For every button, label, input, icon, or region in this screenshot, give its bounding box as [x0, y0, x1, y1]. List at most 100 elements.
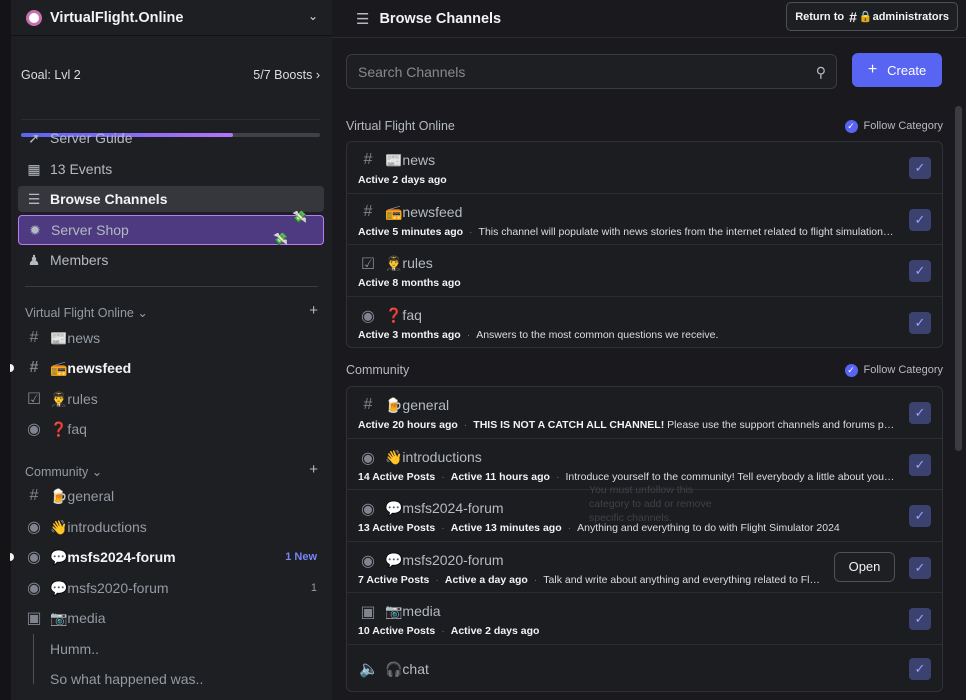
category-community[interactable]: Community ⌄ + — [25, 462, 318, 479]
text-channel-icon: # — [363, 202, 373, 220]
channel-row[interactable]: ◉ 💬msfs2024-forum 13 Active Posts · Active… — [347, 490, 942, 542]
channel-checkbox[interactable]: ✓ — [909, 505, 931, 527]
server-name: VirtualFlight.Online — [50, 9, 184, 26]
channel-row[interactable]: # 📰news Active 2 days ago ✓ — [347, 142, 942, 194]
return-to-channel-button[interactable]: Return to # 🔒administrators — [786, 2, 958, 31]
open-channel-button[interactable]: Open — [834, 551, 895, 582]
forum-channel-icon: ◉ — [361, 552, 375, 570]
channel-meta: Active 5 minutes ago · This channel will p… — [358, 225, 896, 238]
nav-label: Server Guide — [50, 130, 133, 146]
channel-label: 📻newsfeed — [50, 359, 132, 376]
forum-channel-icon: ◉ — [27, 519, 41, 536]
nav-members[interactable]: ♟ Members — [18, 247, 324, 273]
members-icon: ♟ — [27, 251, 41, 268]
channel-name: 🎧chat — [385, 660, 429, 677]
check-icon: ✓ — [844, 119, 858, 133]
sidebar-channel-msfs2020-forum[interactable]: ◉ 💬msfs2020-forum 1 — [18, 575, 324, 601]
channel-checkbox[interactable]: ✓ — [909, 260, 931, 282]
channel-checkbox[interactable]: ✓ — [909, 556, 931, 579]
category-label: Virtual Flight Online ⌄ — [25, 306, 148, 320]
nav-label: Server Shop — [51, 222, 129, 238]
create-label: Create — [887, 62, 927, 78]
category-label: Community ⌄ — [25, 465, 103, 479]
server-list-edge — [0, 0, 11, 700]
search-icon: ⚲ — [815, 64, 826, 80]
channel-checkbox[interactable]: ✓ — [909, 657, 931, 680]
channel-row[interactable]: ▣ 📷media 10 Active Posts · Active 2 days a… — [347, 593, 942, 645]
money-icon: 💸 — [273, 232, 288, 246]
nav-server-guide[interactable]: ➚ Server Guide — [18, 125, 324, 151]
follow-category-toggle[interactable]: ✓ Follow Category — [844, 363, 943, 377]
server-header[interactable]: VirtualFlight.Online ⌄ — [11, 0, 332, 36]
text-channel-icon: # — [363, 396, 373, 413]
page-title: Browse Channels — [379, 10, 502, 27]
nav-label: Browse Channels — [50, 191, 168, 207]
channel-name: 💬msfs2024-forum — [385, 500, 504, 516]
check-icon: ✓ — [844, 363, 858, 377]
chevron-down-icon[interactable]: ⌄ — [308, 9, 318, 23]
channel-meta: 13 Active Posts · Active 13 minutes ago · An… — [358, 522, 840, 534]
calendar-icon: ▦ — [27, 160, 41, 177]
scrollbar[interactable] — [955, 106, 962, 451]
unread-indicator — [10, 553, 14, 561]
category-virtual-flight-online[interactable]: Virtual Flight Online ⌄ + — [25, 303, 318, 320]
section-header: Virtual Flight Online ✓ Follow Category — [346, 119, 943, 133]
forum-channel-icon: ◉ — [361, 307, 375, 325]
thread-item[interactable]: So what happened was.. — [50, 671, 203, 687]
channel-row[interactable]: ◉ 👋introductions 14 Active Posts · Active … — [347, 439, 942, 524]
create-button[interactable]: + Create — [852, 53, 942, 87]
sidebar-channel-rules[interactable]: ☑ 👨‍✈️rules — [18, 386, 324, 412]
sidebar-channel-msfs2024-forum[interactable]: ◉ 💬msfs2024-forum 1 New — [10, 544, 324, 570]
channel-row[interactable]: # 🍺general Active 20 hours ago · THIS IS N… — [347, 387, 942, 439]
channel-row[interactable]: # 📻newsfeed Active 5 minutes ago · This ch… — [347, 194, 942, 245]
thread-item[interactable]: Humm.. — [50, 641, 99, 657]
channel-name: 🍺general — [385, 397, 450, 413]
sidebar-channel-news[interactable]: # 📰news — [18, 325, 324, 351]
nav-browse-channels[interactable]: ☰ Browse Channels — [18, 186, 324, 212]
channel-label: 💬msfs2020-forum — [50, 579, 169, 596]
rules-channel-icon: ☑ — [360, 256, 376, 273]
channel-name: 👋introductions — [385, 448, 482, 465]
sidebar-channel-media[interactable]: ▣ 📷media — [18, 605, 324, 631]
forum-channel-icon: ◉ — [361, 501, 375, 518]
forum-channel-icon: ◉ — [361, 449, 375, 467]
sidebar-channel-faq[interactable]: ◉ ❓faq — [18, 416, 324, 442]
sidebar-channel-general[interactable]: # 🍺general — [18, 483, 324, 509]
nav-label: Members — [50, 252, 109, 268]
channel-checkbox[interactable]: ✓ — [909, 157, 931, 179]
channel-row[interactable]: ◉ 💬msfs2020-forum 7 Active Posts · Active … — [347, 542, 942, 593]
post-count-badge: 1 — [310, 582, 317, 594]
add-channel-icon[interactable]: + — [309, 462, 318, 479]
follow-category-toggle[interactable]: ✓ Follow Category — [844, 119, 943, 133]
text-channel-icon: # — [29, 359, 39, 376]
boost-goal-label: Goal: Lvl 2 — [21, 68, 81, 82]
channel-group: # 📰news Active 2 days ago ✓ # 📻newsfeed … — [346, 141, 943, 348]
channel-name: 💬msfs2020-forum — [385, 551, 504, 568]
channel-checkbox[interactable]: ✓ — [909, 453, 931, 476]
channel-row[interactable]: ☑ 👨‍✈️rules Active 8 months ago ✓ — [347, 245, 942, 297]
sidebar-channel-newsfeed[interactable]: # 📻newsfeed — [10, 355, 324, 381]
channel-checkbox[interactable]: ✓ — [909, 208, 931, 231]
channel-meta: Active 3 months ago · Answers to the most … — [358, 328, 719, 341]
thread-connector — [33, 634, 34, 684]
channel-checkbox[interactable]: ✓ — [909, 402, 931, 424]
channel-checkbox[interactable]: ✓ — [909, 608, 931, 630]
channel-label: ❓faq — [50, 420, 87, 437]
browse-channels-icon: ☰ — [356, 10, 370, 28]
channel-checkbox[interactable]: ✓ — [909, 311, 931, 334]
media-channel-icon: ▣ — [360, 604, 376, 621]
channel-row[interactable]: ◉ ❓faq Active 3 months ago · Answers to th… — [347, 297, 942, 349]
channel-group: # 🍺general Active 20 hours ago · THIS IS N… — [346, 386, 943, 692]
media-channel-icon: ▣ — [26, 610, 42, 627]
channel-meta: Active 2 days ago — [358, 174, 447, 186]
add-channel-icon[interactable]: + — [309, 303, 318, 320]
sidebar-divider — [25, 286, 318, 287]
sidebar-channel-introductions[interactable]: ◉ 👋introductions — [18, 514, 324, 540]
section-title: Virtual Flight Online — [346, 119, 455, 133]
channel-row[interactable]: 🔈 🎧chat ✓ — [347, 645, 942, 693]
search-channels-input[interactable]: Search Channels ⚲ — [346, 54, 837, 89]
nav-events[interactable]: ▦ 13 Events — [18, 156, 324, 182]
forum-channel-icon: ◉ — [27, 421, 41, 438]
plus-icon: + — [867, 61, 878, 78]
return-label: Return to — [795, 10, 845, 23]
